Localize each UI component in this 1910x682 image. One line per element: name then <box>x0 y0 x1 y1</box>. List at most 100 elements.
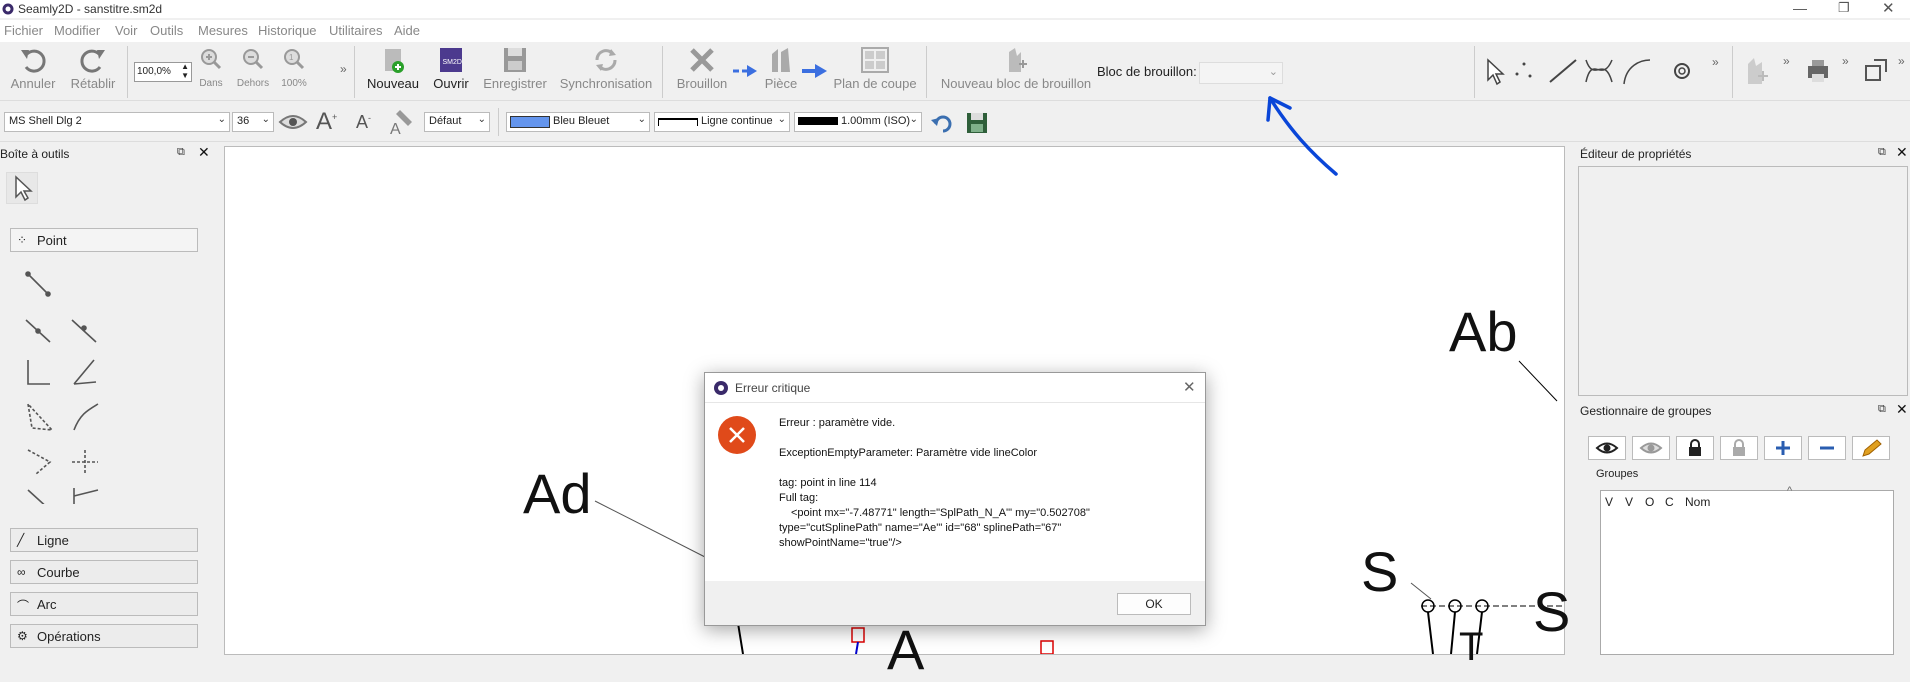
close-panel-icon[interactable]: ✕ <box>1896 401 1908 418</box>
line-color-select[interactable]: Bleu Bleuet ⌄ <box>506 112 650 132</box>
menu-bar: Fichier Modifier Voir Outils Mesures His… <box>0 20 1910 42</box>
decrease-font-icon[interactable]: A- <box>356 112 371 133</box>
sync-button[interactable]: Synchronisation <box>558 46 654 100</box>
zoom-100-button[interactable]: 1 100% <box>280 46 308 100</box>
point-style-value: Défaut <box>429 115 462 127</box>
toolbar-overflow-icon[interactable]: » <box>1842 54 1849 68</box>
piece-mode-button[interactable]: Pièce <box>758 46 804 100</box>
float-panel-icon[interactable]: ⧉ <box>1878 146 1886 159</box>
zoom-spinbox[interactable]: 100,0% ▲ ▼ <box>134 62 192 82</box>
pointer-icon <box>15 175 33 202</box>
layout-mode-button[interactable]: Plan de coupe <box>832 46 918 100</box>
print-icon[interactable] <box>1804 56 1832 84</box>
draft-mode-button[interactable]: Brouillon <box>674 46 730 100</box>
close-panel-icon[interactable]: ✕ <box>198 144 210 161</box>
layout-export-icon[interactable] <box>1862 56 1892 86</box>
float-panel-icon[interactable]: ⧉ <box>177 146 185 159</box>
toolbar-overflow-icon[interactable]: » <box>1898 54 1905 68</box>
remove-group-button[interactable] <box>1808 436 1846 460</box>
add-group-button[interactable] <box>1764 436 1802 460</box>
chevron-down-icon: ⌄ <box>217 114 226 125</box>
redo-button[interactable]: Rétablir <box>66 46 120 100</box>
svg-text:1: 1 <box>289 53 294 62</box>
close-panel-icon[interactable]: ✕ <box>1896 144 1908 161</box>
font-select[interactable]: MS Shell Dlg 2 ⌄ <box>4 112 230 132</box>
reset-format-icon[interactable] <box>930 112 952 134</box>
column-header[interactable]: V <box>1625 495 1633 509</box>
line-weight-select[interactable]: 1.00mm (ISO) ⌄ <box>794 112 922 132</box>
ok-button[interactable]: OK <box>1117 593 1191 615</box>
zoom-in-button[interactable]: Dans <box>198 46 224 100</box>
open-button[interactable]: SM2D Ouvrir <box>428 46 474 100</box>
group-point-label: Point <box>37 233 67 248</box>
groups-table[interactable]: V V O C Nom ^ <box>1600 485 1894 655</box>
draft-block-select[interactable]: ⌄ <box>1199 62 1283 84</box>
menu-voir[interactable]: Voir <box>115 23 137 38</box>
menu-outils[interactable]: Outils <box>150 23 183 38</box>
menu-modifier[interactable]: Modifier <box>54 23 100 38</box>
chevron-down-icon: ⌄ <box>261 114 270 125</box>
menu-mesures[interactable]: Mesures <box>198 23 248 38</box>
undo-button[interactable]: Annuler <box>8 46 58 100</box>
group-ligne[interactable]: ╱ Ligne <box>10 528 198 552</box>
new-button[interactable]: Nouveau <box>366 46 420 100</box>
group-point[interactable]: ⁘ Point <box>10 228 198 252</box>
pointer-tool-button[interactable] <box>6 172 38 204</box>
line-type-swatch <box>658 118 698 126</box>
line-color-value: Bleu Bleuet <box>553 115 610 127</box>
menu-utilitaires[interactable]: Utilitaires <box>329 23 382 38</box>
edit-group-button[interactable] <box>1852 436 1890 460</box>
spin-arrows-icon[interactable]: ▲ ▼ <box>181 62 189 80</box>
group-arc[interactable]: ⌒ Arc <box>10 592 198 616</box>
new-draft-block-button[interactable]: Nouveau bloc de brouillon <box>938 46 1094 100</box>
group-operations[interactable]: ⚙ Opérations <box>10 624 198 648</box>
new-draft-block-label: Nouveau bloc de brouillon <box>940 76 1092 91</box>
column-header[interactable]: O <box>1645 495 1654 509</box>
column-header[interactable]: V <box>1605 495 1613 509</box>
restore-icon[interactable]: ❐ <box>1838 0 1850 16</box>
minimize-icon[interactable]: — <box>1793 0 1807 16</box>
point-tools-grid[interactable] <box>22 264 106 504</box>
dialog-close-icon[interactable]: ✕ <box>1183 378 1196 396</box>
line-type-select[interactable]: Ligne continue ⌄ <box>654 112 790 132</box>
close-window-icon[interactable]: ✕ <box>1882 0 1895 17</box>
window-title: Seamly2D - sanstitre.sm2d <box>18 2 163 16</box>
error-line: ExceptionEmptyParameter: Paramètre vide … <box>779 447 1038 459</box>
line-weight-swatch <box>798 117 838 125</box>
toolbar-overflow-icon[interactable]: » <box>340 62 347 76</box>
menu-fichier[interactable]: Fichier <box>4 23 43 38</box>
save-button[interactable]: Enregistrer <box>480 46 550 100</box>
lock-icon <box>1689 439 1701 456</box>
point-label[interactable]: Ad <box>523 461 592 526</box>
line-group-icon: ╱ <box>17 533 25 547</box>
font-size-select[interactable]: 36 ⌄ <box>232 112 274 132</box>
add-piece-icon[interactable] <box>1744 56 1770 86</box>
point-label[interactable]: T <box>1459 625 1483 670</box>
save-format-icon[interactable] <box>966 112 988 134</box>
properties-editor[interactable] <box>1578 166 1908 396</box>
unlock-all-groups-button[interactable] <box>1720 436 1758 460</box>
menu-aide[interactable]: Aide <box>394 23 420 38</box>
label-color-icon[interactable]: A <box>390 108 416 136</box>
error-line: Erreur : paramètre vide. <box>779 417 896 429</box>
point-label[interactable]: S <box>1361 539 1398 604</box>
point-label[interactable]: Ab <box>1449 299 1518 364</box>
group-courbe[interactable]: ∞ Courbe <box>10 560 198 584</box>
arrow-right-icon <box>733 65 757 77</box>
arc-tool-icon <box>1623 59 1651 85</box>
point-style-select[interactable]: Défaut ⌄ <box>424 112 490 132</box>
column-header[interactable]: C <box>1665 495 1674 509</box>
point-label[interactable]: S <box>1533 579 1570 644</box>
float-panel-icon[interactable]: ⧉ <box>1878 403 1886 416</box>
title-bar: Seamly2D - sanstitre.sm2d — ❐ ✕ <box>0 0 1910 18</box>
lock-all-groups-button[interactable] <box>1676 436 1714 460</box>
column-header[interactable]: Nom <box>1685 495 1710 509</box>
increase-font-icon[interactable]: A+ <box>316 108 337 136</box>
eye-icon[interactable] <box>278 113 308 131</box>
show-all-groups-button[interactable] <box>1588 436 1626 460</box>
hide-all-groups-button[interactable] <box>1632 436 1670 460</box>
point-label[interactable]: A <box>887 617 924 682</box>
zoom-out-button[interactable]: Dehors <box>236 46 270 100</box>
menu-historique[interactable]: Historique <box>258 23 317 38</box>
toolbar-overflow-icon[interactable]: » <box>1783 54 1790 68</box>
